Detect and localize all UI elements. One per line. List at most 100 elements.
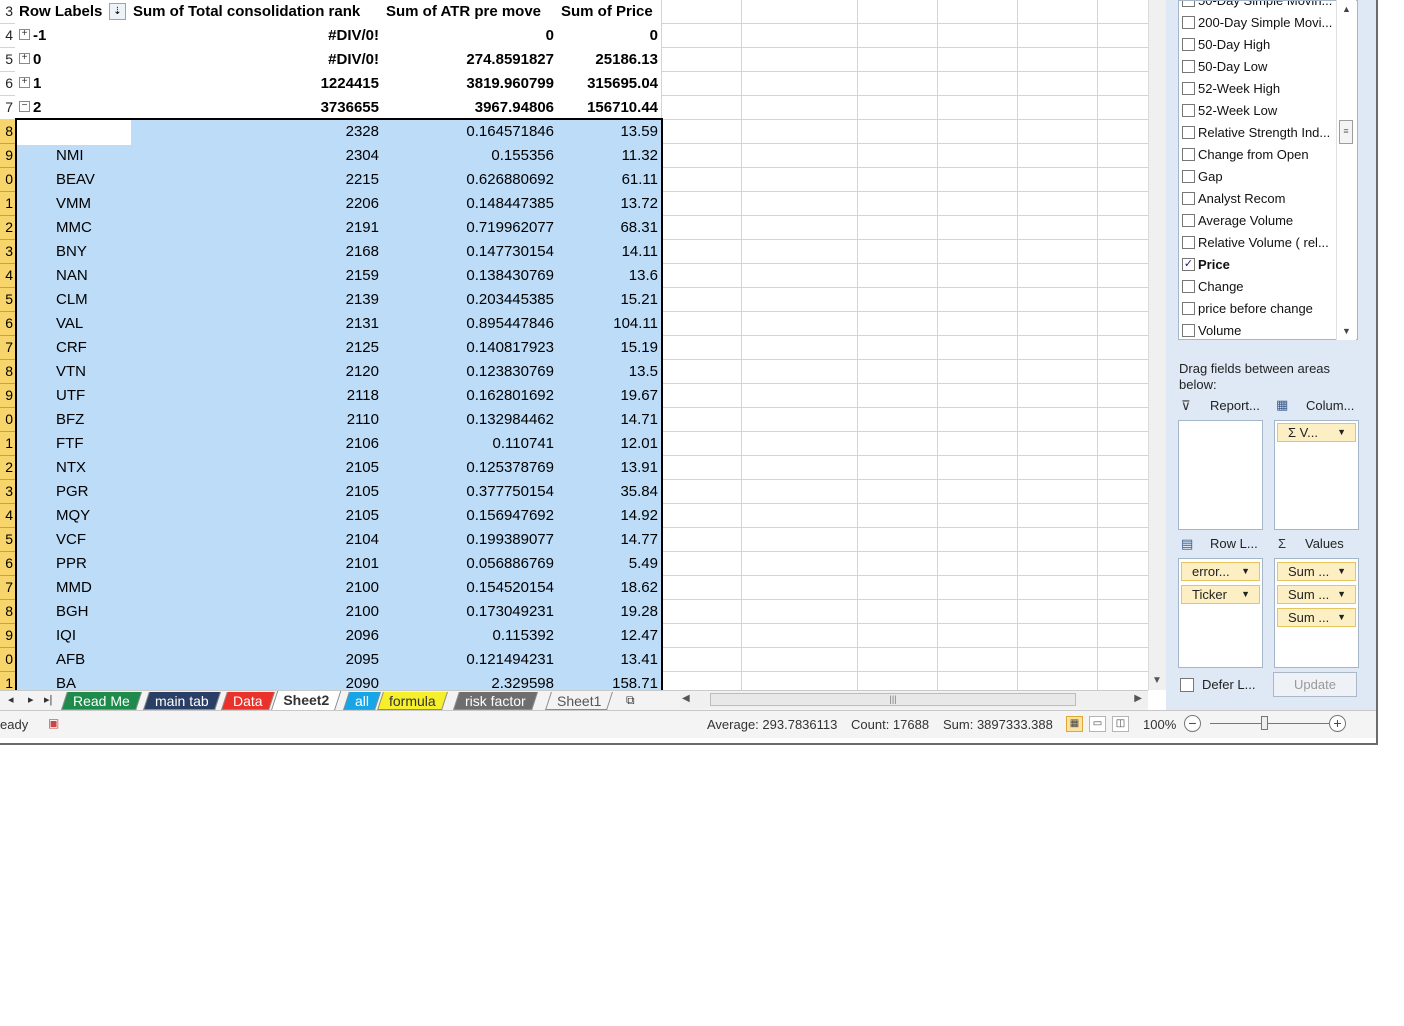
sheet-tab-formula[interactable]: formula [377,692,448,710]
row-number[interactable]: 8 [0,600,15,624]
chevron-down-icon[interactable]: ▼ [1337,424,1346,441]
price-cell[interactable]: 158.71 [554,672,658,690]
rank-cell[interactable]: 2100 [127,576,379,600]
ticker-cell[interactable]: BA [15,672,127,690]
field-item[interactable]: Analyst Recom [1182,188,1285,210]
row-field-chip[interactable]: error... ▼ [1181,562,1260,581]
table-row[interactable]: BNY 2168 0.147730154 14.11 [15,240,661,264]
atr-cell[interactable]: 0.140817923 [379,336,554,360]
price-cell[interactable]: 14.11 [554,240,658,264]
atr-cell[interactable]: 0.895447846 [379,312,554,336]
ticker-cell[interactable]: BNY [15,240,127,264]
chevron-down-icon[interactable]: ▼ [1337,563,1346,580]
row-number[interactable]: 7 [0,96,15,120]
table-row[interactable]: MQY 2105 0.156947692 14.92 [15,504,661,528]
table-row[interactable]: UTF 2118 0.162801692 19.67 [15,384,661,408]
first-sheet-icon[interactable]: ◂ [8,693,14,706]
normal-view-icon[interactable]: ▦ [1066,716,1083,732]
ticker-cell[interactable]: NAN [15,264,127,288]
row-number[interactable]: 0 [0,168,15,192]
price-cell[interactable]: 12.47 [554,624,658,648]
field-item[interactable]: Relative Volume ( rel... [1182,232,1329,254]
chevron-down-icon[interactable]: ▼ [1337,586,1346,603]
defer-update-checkbox[interactable] [1180,678,1194,692]
column-values-chip[interactable]: Σ V... ▼ [1277,423,1356,442]
atr-cell[interactable]: 0.125378769 [379,456,554,480]
rank-cell[interactable]: 2159 [127,264,379,288]
field-item[interactable]: price before change [1182,298,1313,320]
last-sheet-icon[interactable]: ▸| [44,693,52,706]
atr-cell[interactable]: 0.121494231 [379,648,554,672]
active-cell[interactable] [15,120,131,145]
rank-cell[interactable]: 2104 [127,528,379,552]
sort-filter-icon[interactable]: ⇣ [109,3,126,20]
macro-record-icon[interactable]: ▣ [48,716,59,730]
row-number[interactable]: 9 [0,624,15,648]
table-row[interactable]: VTN 2120 0.123830769 13.5 [15,360,661,384]
ticker-cell[interactable]: VTN [15,360,127,384]
rank-cell[interactable]: 2106 [127,432,379,456]
zoom-out-icon[interactable]: − [1184,715,1201,732]
atr-cell[interactable]: 0.199389077 [379,528,554,552]
atr-cell[interactable]: 2.329598 [379,672,554,690]
table-row[interactable]: CRF 2125 0.140817923 15.19 [15,336,661,360]
row-number[interactable]: 3 [0,480,15,504]
rank-cell[interactable]: 2118 [127,384,379,408]
zoom-slider-thumb[interactable] [1261,716,1268,730]
rank-cell[interactable]: 2191 [127,216,379,240]
sheet-tab-main-tab[interactable]: main tab [143,692,221,710]
rank-cell[interactable]: 2105 [127,504,379,528]
sheet-tab-read-me[interactable]: Read Me [61,692,142,710]
column-labels-area[interactable]: Σ V... ▼ [1274,420,1359,530]
price-cell[interactable]: 11.32 [554,144,658,168]
page-layout-view-icon[interactable]: ▭ [1089,716,1106,732]
rank-cell[interactable]: 2110 [127,408,379,432]
row-number[interactable]: 8 [0,360,15,384]
field-list-scroll-thumb[interactable]: ≡ [1339,120,1353,144]
rank-cell[interactable]: 2131 [127,312,379,336]
atr-cell[interactable]: 0.138430769 [379,264,554,288]
table-row[interactable]: NTX 2105 0.125378769 13.91 [15,456,661,480]
price-cell[interactable]: 5.49 [554,552,658,576]
table-row[interactable]: VCF 2104 0.199389077 14.77 [15,528,661,552]
field-item[interactable]: Average Volume [1182,210,1293,232]
row-number[interactable]: 5 [0,288,15,312]
insert-sheet-icon[interactable]: ⧉ [626,693,635,708]
table-row[interactable]: FTF 2106 0.110741 12.01 [15,432,661,456]
row-number[interactable]: 3 [0,240,15,264]
atr-cell[interactable]: 0.147730154 [379,240,554,264]
rank-cell[interactable]: 2096 [127,624,379,648]
rank-cell[interactable]: 2100 [127,600,379,624]
price-cell[interactable]: 14.77 [554,528,658,552]
ticker-cell[interactable]: NTX [15,456,127,480]
price-cell[interactable]: 15.21 [554,288,658,312]
price-cell[interactable]: 13.91 [554,456,658,480]
rank-cell[interactable]: 2328 [127,120,379,144]
prev-sheet-icon[interactable]: ▸ [28,693,34,706]
ticker-cell[interactable]: MMC [15,216,127,240]
scroll-down-icon[interactable]: ▼ [1342,326,1351,336]
atr-cell[interactable]: 0.162801692 [379,384,554,408]
row-number[interactable]: 6 [0,72,15,96]
price-cell[interactable]: 19.67 [554,384,658,408]
ticker-cell[interactable]: VCF [15,528,127,552]
row-number[interactable]: 4 [0,504,15,528]
table-row[interactable]: MMD 2100 0.154520154 18.62 [15,576,661,600]
field-checkbox[interactable] [1182,104,1195,118]
sheet-tab-risk-factor[interactable]: risk factor [453,692,538,710]
field-checkbox[interactable] [1182,82,1195,96]
price-cell[interactable]: 13.5 [554,360,658,384]
field-checkbox[interactable] [1182,280,1195,294]
row-field-chip[interactable]: Ticker ▼ [1181,585,1260,604]
rank-cell[interactable]: 2139 [127,288,379,312]
ticker-cell[interactable]: CLM [15,288,127,312]
table-row[interactable]: NMI 2304 0.155356 11.32 [15,144,661,168]
sheet-tab-data[interactable]: Data [221,692,275,710]
ticker-cell[interactable]: BFZ [15,408,127,432]
report-filter-area[interactable] [1178,420,1263,530]
atr-cell[interactable]: 0.155356 [379,144,554,168]
field-item[interactable]: 52-Week Low [1182,100,1277,122]
table-row[interactable]: AFB 2095 0.121494231 13.41 [15,648,661,672]
field-item[interactable]: ✓ Price [1182,254,1230,276]
chevron-down-icon[interactable]: ▼ [1337,609,1346,626]
